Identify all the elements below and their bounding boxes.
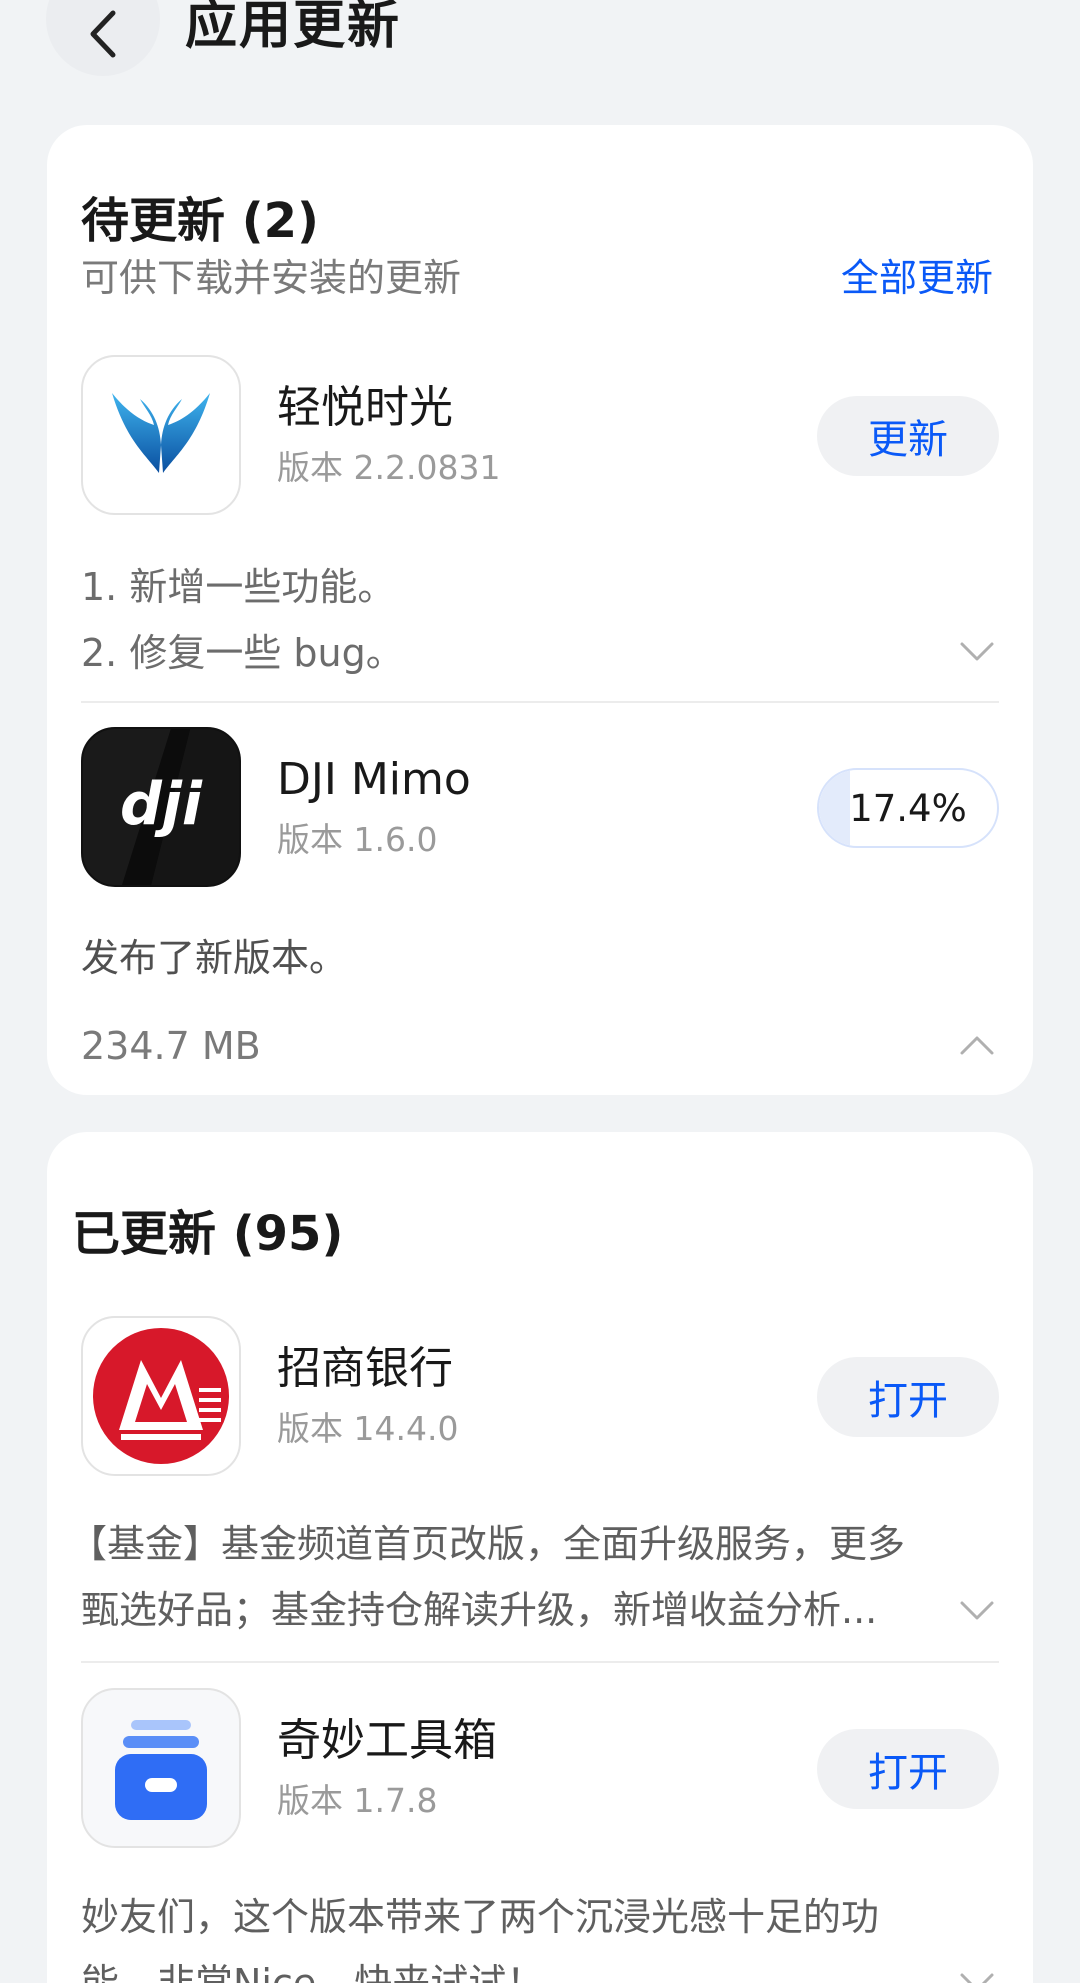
app-version: 版本 1.7.8 — [277, 1781, 438, 1820]
svg-text:dji: dji — [120, 771, 203, 839]
progress-text: 17.4% — [849, 786, 967, 830]
app-icon-qingyue[interactable] — [81, 355, 241, 515]
app-version: 版本 1.6.0 — [277, 820, 438, 859]
release-note-line: 甄选好品；基金持仓解读升级，新增收益分析... — [81, 1588, 878, 1632]
cmb-logo-icon — [93, 1328, 229, 1464]
app-icon-cmb[interactable] — [81, 1316, 241, 1476]
chevron-down-icon[interactable] — [959, 641, 995, 663]
app-version: 版本 2.2.0831 — [277, 448, 501, 487]
chevron-left-icon — [90, 10, 116, 58]
dji-logo-icon: dji — [83, 729, 239, 885]
release-note-line: 2. 修复一些 bug。 — [81, 631, 404, 675]
release-note-line: 发布了新版本。 — [81, 936, 348, 980]
back-button[interactable] — [46, 0, 160, 76]
open-button[interactable]: 打开 — [817, 1357, 999, 1437]
updated-apps-card: 已更新 (95) 招商银行 版本 14.4.0 打开 【基金】基金频道首页改版，… — [47, 1132, 1033, 1983]
blue-wings-icon — [112, 393, 210, 473]
app-name: DJI Mimo — [277, 754, 471, 805]
download-progress-button[interactable]: 17.4% — [817, 768, 999, 848]
app-icon-dji-mimo[interactable]: dji — [81, 727, 241, 887]
pending-section-subtitle: 可供下载并安装的更新 — [81, 256, 462, 300]
pending-section-title: 待更新 (2) — [81, 193, 319, 249]
page-title: 应用更新 — [185, 0, 402, 56]
open-button[interactable]: 打开 — [817, 1729, 999, 1809]
download-size: 234.7 MB — [81, 1024, 261, 1068]
header: 应用更新 — [0, 0, 1080, 110]
chevron-down-icon[interactable] — [959, 1600, 995, 1622]
pending-updates-card: 待更新 (2) 可供下载并安装的更新 全部更新 轻悦时光 版本 2.2.0831… — [47, 125, 1033, 1095]
divider — [81, 701, 999, 703]
chevron-down-icon[interactable] — [959, 1972, 995, 1983]
app-name: 招商银行 — [277, 1343, 453, 1394]
release-note-line: 【基金】基金频道首页改版，全面升级服务，更多 — [69, 1522, 906, 1566]
app-name: 轻悦时光 — [277, 382, 453, 433]
app-name: 奇妙工具箱 — [277, 1715, 497, 1766]
app-icon-toolbox[interactable] — [81, 1688, 241, 1848]
update-button[interactable]: 更新 — [817, 396, 999, 476]
update-all-button[interactable]: 全部更新 — [841, 255, 993, 301]
app-version: 版本 14.4.0 — [277, 1409, 459, 1448]
divider — [81, 1661, 999, 1663]
toolbox-icon — [115, 1720, 207, 1820]
chevron-up-icon[interactable] — [959, 1034, 995, 1056]
release-note-line: 1. 新增一些功能。 — [81, 565, 396, 609]
release-note-line: 妙友们，这个版本带来了两个沉浸光感十足的功 — [81, 1895, 880, 1939]
release-note-line: 能，非常Nice，快来试试！ — [81, 1961, 545, 1983]
updated-section-title: 已更新 (95) — [72, 1206, 344, 1262]
